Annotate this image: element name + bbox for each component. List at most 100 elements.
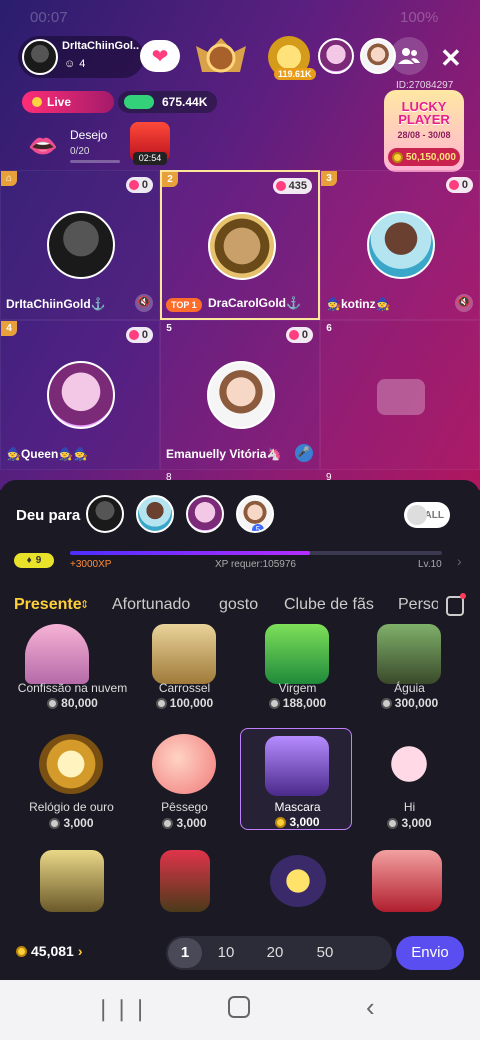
back-icon[interactable]: ‹ — [366, 992, 375, 1023]
chevron-right-icon: › — [77, 943, 83, 959]
status-battery: 100% — [400, 9, 439, 26]
wish-progress-bar — [70, 160, 120, 163]
points-icon — [124, 95, 154, 109]
receiver-avatar-3[interactable] — [186, 495, 224, 533]
backpack-icon[interactable] — [446, 596, 464, 616]
seat-name: DrItaChiinGold⚓ — [6, 297, 106, 311]
online-users-button[interactable] — [390, 37, 428, 75]
tab-afortunado[interactable]: Afortunado — [112, 596, 190, 614]
seat-points: 435 — [272, 178, 312, 194]
lucky-title: LUCKY PLAYER — [398, 99, 450, 127]
gold-watch-icon — [39, 734, 103, 794]
gift-item-selected[interactable]: Mascara 3,000 — [240, 728, 355, 838]
gift-item[interactable]: Virgem 188,000 — [240, 620, 355, 730]
gift-item[interactable]: Águia 300,000 — [352, 620, 467, 730]
lucky-player-banner[interactable]: LUCKY PLAYER 28/08 - 30/08 50,150,000 — [384, 90, 464, 172]
heart-balloon-gift-icon[interactable] — [372, 850, 442, 912]
gold-rank-badge[interactable] — [192, 32, 250, 80]
coin-icon — [49, 817, 61, 829]
receiver-avatar-2[interactable] — [136, 495, 174, 533]
seat-points: 0 — [125, 327, 153, 343]
seat-3[interactable]: 3 0 🧙kotinz🧙 🔇 — [320, 170, 480, 320]
seat-1[interactable]: ⌂ 0 DrItaChiinGold⚓ 🔇 — [0, 170, 160, 320]
peach-icon — [152, 734, 216, 794]
coin-icon — [268, 697, 280, 709]
lips-icon[interactable]: 👄 — [28, 132, 58, 161]
coin-icon — [380, 697, 392, 709]
gift-item[interactable]: Pêssego 3,000 — [127, 730, 242, 840]
seat-avatar[interactable] — [207, 361, 275, 429]
wealth-level-badge: ♦ 9 — [14, 553, 54, 568]
gift-item[interactable]: Hi 3,000 — [352, 730, 467, 840]
vip-count: 119.61K — [274, 68, 316, 80]
empty-seat-sofa-icon — [377, 379, 425, 415]
tab-gosto[interactable]: gosto — [219, 596, 258, 614]
android-nav-bar: ❘❘❘ ‹ — [0, 980, 480, 1040]
seat-4[interactable]: 4 0 🧙Queen🧙🧙 — [0, 320, 160, 470]
qty-10[interactable]: 10 — [209, 938, 243, 968]
paw-hi-icon — [377, 734, 441, 794]
listener-count: ☺ 4 — [64, 58, 86, 70]
qty-20[interactable]: 20 — [258, 938, 292, 968]
sort-icon[interactable]: ⇕ — [80, 598, 89, 611]
tab-personalizado[interactable]: Perso — [398, 596, 438, 614]
gift-item[interactable]: Confissão na nuvem 80,000 — [0, 620, 127, 730]
coin-balance[interactable]: 45,081 › — [16, 943, 83, 959]
seat-avatar[interactable] — [47, 211, 115, 279]
notification-dot — [460, 593, 466, 599]
heart-icon: ❤ — [151, 45, 169, 68]
coin-icon — [387, 817, 399, 829]
room-points-pill[interactable]: 675.44K — [118, 91, 218, 113]
xp-progress-fill — [70, 551, 310, 555]
user-icon: ☺ — [64, 58, 76, 70]
lipstick-gift-icon[interactable] — [160, 850, 210, 912]
coin-icon — [275, 816, 287, 828]
crown-gift-icon[interactable] — [40, 850, 104, 912]
gift-item[interactable]: Relógio de ouro 3,000 — [14, 730, 129, 840]
chevron-right-icon[interactable]: › — [457, 553, 462, 569]
host-avatar[interactable] — [22, 39, 58, 75]
follow-heart-button[interactable]: ❤ — [140, 40, 180, 72]
qty-50[interactable]: 50 — [308, 938, 342, 968]
lucky-dates: 28/08 - 30/08 — [397, 130, 451, 140]
wish-label[interactable]: Desejo — [70, 128, 107, 142]
mic-icon: 🎤 — [295, 444, 313, 462]
gift-timer: 02:54 — [133, 152, 167, 165]
home-button-icon[interactable] — [228, 996, 250, 1018]
seat-points: 0 — [445, 177, 473, 193]
coin-icon — [392, 151, 404, 163]
receiver-avatar-1[interactable] — [86, 495, 124, 533]
seat-avatar[interactable] — [208, 212, 276, 280]
seat-avatar[interactable] — [367, 211, 435, 279]
users-icon — [398, 48, 420, 64]
gift-item[interactable]: Carrossel 100,000 — [127, 620, 242, 730]
close-icon[interactable]: ✕ — [440, 44, 462, 72]
carousel-icon — [152, 624, 216, 684]
status-bar: 00:07 100% — [0, 0, 480, 34]
viewer-avatar-1[interactable] — [318, 38, 354, 74]
seat-2[interactable]: 2 435 TOP 1 DraCarolGold⚓ — [160, 170, 320, 320]
status-time: 00:07 — [30, 9, 68, 26]
tab-clube-de-fas[interactable]: Clube de fãs — [284, 596, 374, 614]
seat-6[interactable]: 6 — [320, 320, 480, 470]
next-level: Lv.10 — [418, 559, 442, 570]
seat-name: 🧙kotinz🧙 — [326, 297, 391, 311]
recent-apps-icon[interactable]: ❘❘❘ — [94, 996, 149, 1022]
parachute-icon — [25, 624, 89, 684]
mic-muted-icon: 🔇 — [455, 294, 473, 312]
seat-5[interactable]: 5 0 Emanuelly Vitória🦄 🎤 — [160, 320, 320, 470]
qty-1[interactable]: 1 — [168, 938, 202, 968]
gift-tabs: Presente ⇕ Afortunado gosto Clube de fãs… — [0, 592, 480, 620]
chick-gift-icon[interactable] — [270, 855, 326, 907]
seat-number: 2 — [162, 172, 178, 187]
coin-icon — [155, 697, 167, 709]
send-all-toggle[interactable]: ALL — [404, 502, 450, 528]
receiver-avatar-4[interactable]: 5 — [236, 495, 274, 533]
lucky-prize: 50,150,000 — [388, 148, 460, 166]
diamond-icon: ♦ — [26, 555, 32, 566]
tab-presente[interactable]: Presente — [14, 596, 82, 614]
virgo-icon — [265, 624, 329, 684]
live-ranking-pill[interactable]: Live — [22, 91, 114, 113]
seat-avatar[interactable] — [47, 361, 115, 429]
send-button[interactable]: Envio — [396, 936, 464, 970]
